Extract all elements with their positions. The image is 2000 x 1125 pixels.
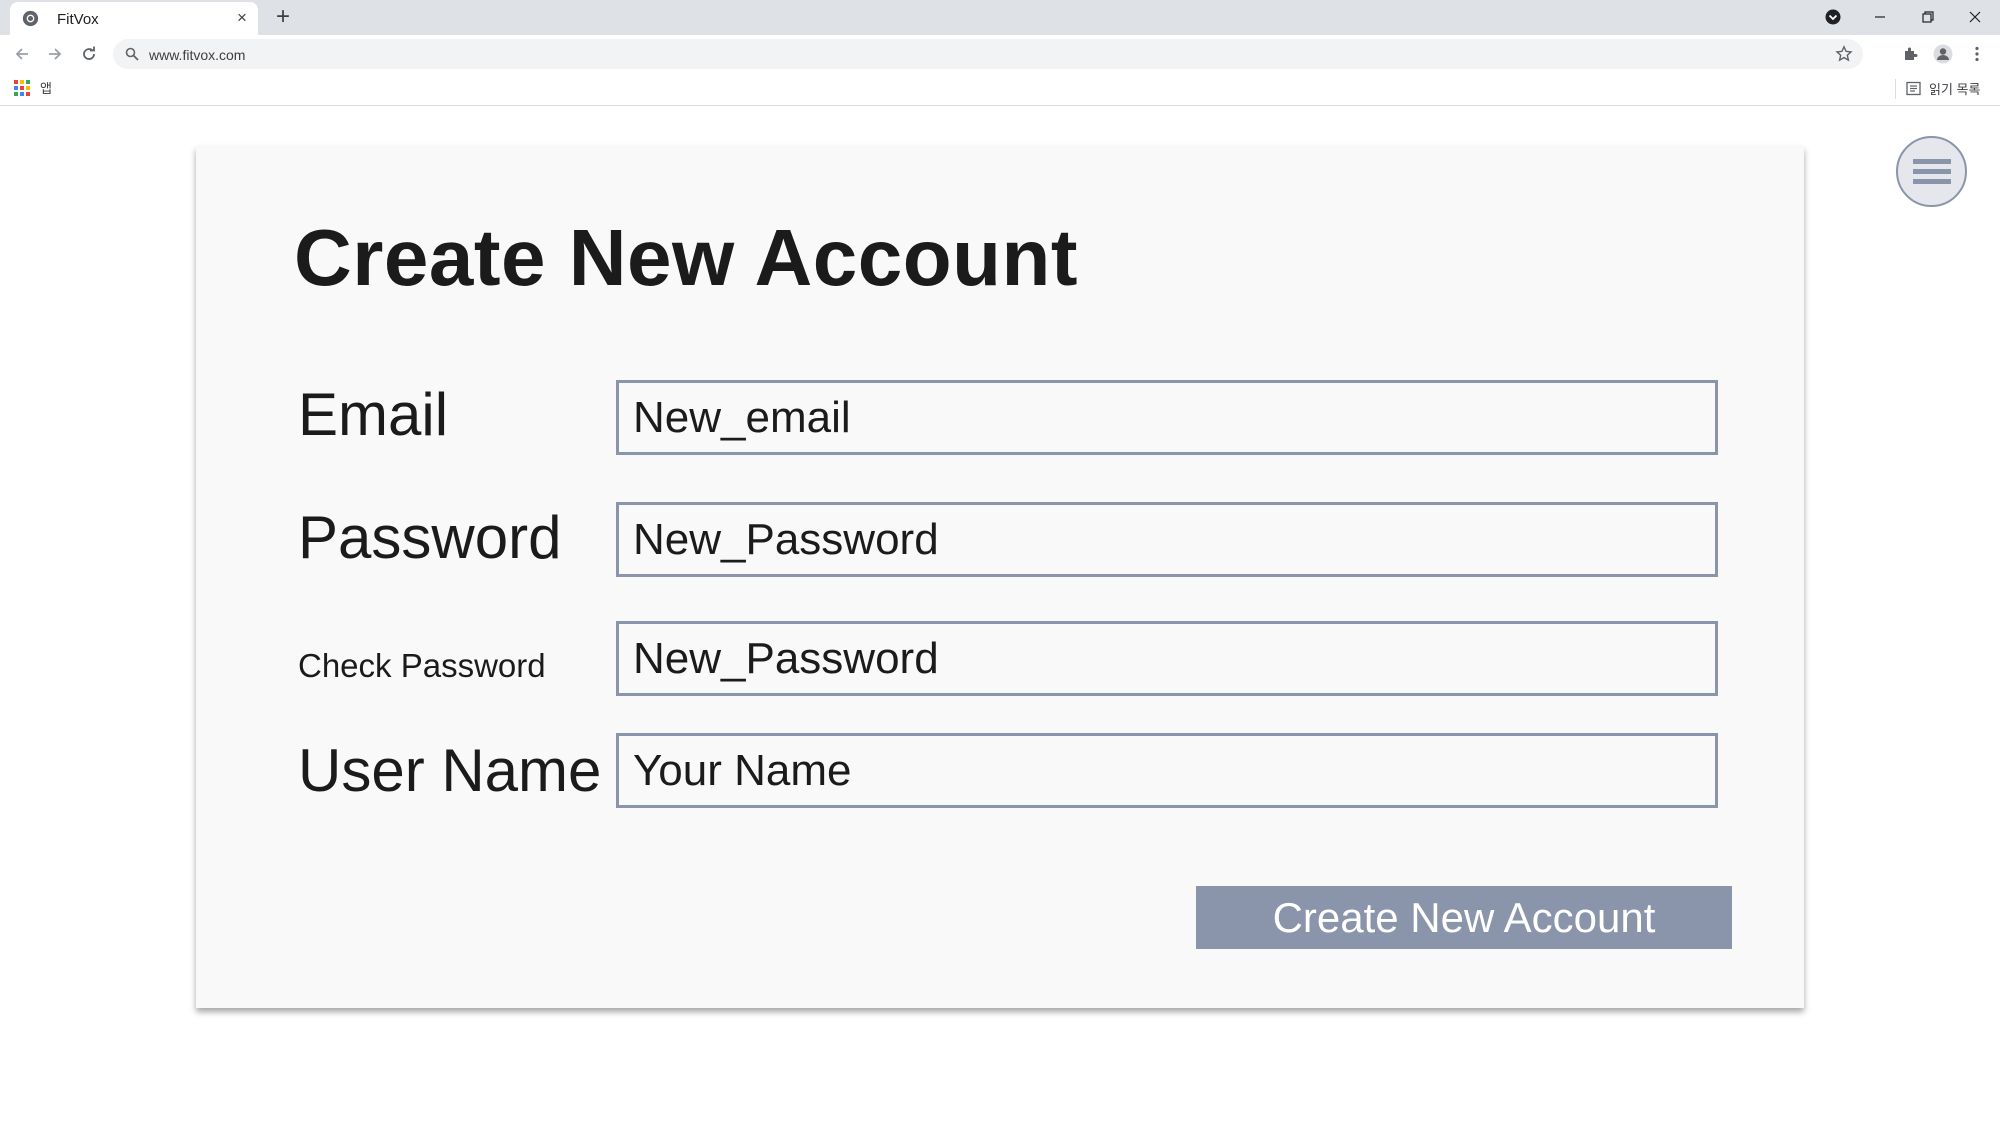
check-password-label: Check Password	[298, 647, 546, 684]
search-icon	[125, 47, 139, 61]
window-close-icon[interactable]	[1960, 3, 1990, 31]
user-name-label: User Name	[298, 737, 602, 804]
password-field[interactable]	[616, 502, 1718, 577]
kebab-menu-icon[interactable]	[1966, 43, 1988, 65]
chrome-icon	[22, 10, 39, 27]
forward-icon[interactable]	[44, 43, 66, 65]
tab-title: FitVox	[57, 11, 99, 28]
create-account-button[interactable]: Create New Account	[1196, 886, 1732, 949]
apps-grid-icon[interactable]	[14, 80, 30, 96]
back-icon[interactable]	[11, 43, 33, 65]
extensions-icon[interactable]	[1899, 43, 1921, 65]
email-field[interactable]	[616, 380, 1718, 455]
check-password-field[interactable]	[616, 621, 1718, 696]
reading-list-label[interactable]: 읽기 목록	[1929, 79, 1980, 98]
star-icon[interactable]	[1835, 45, 1853, 63]
minimize-icon[interactable]	[1865, 3, 1895, 31]
page-title: Create New Account	[294, 213, 1078, 302]
bookmark-apps-label[interactable]: 앱	[40, 78, 52, 97]
plus-icon[interactable]: +	[270, 4, 296, 30]
profile-download-icon[interactable]	[1818, 3, 1848, 31]
address-url: www.fitvox.com	[149, 47, 246, 63]
browser-tab[interactable]: FitVox ×	[10, 2, 258, 35]
profile-icon[interactable]	[1932, 43, 1954, 65]
bookmarks-divider	[1895, 79, 1896, 99]
create-account-card: Create New Account Email Password Check …	[196, 146, 1804, 1008]
tab-strip: FitVox × +	[0, 0, 2000, 35]
browser-toolbar: www.fitvox.com	[0, 35, 2000, 73]
close-icon[interactable]: ×	[232, 8, 252, 28]
reading-list-icon[interactable]	[1906, 81, 1921, 96]
hamburger-menu-icon[interactable]	[1896, 136, 1967, 207]
bookmarks-bar: 앱 읽기 목록	[0, 73, 2000, 106]
reload-icon[interactable]	[78, 43, 100, 65]
user-name-field[interactable]	[616, 733, 1718, 808]
address-bar[interactable]: www.fitvox.com	[113, 39, 1863, 69]
email-label: Email	[298, 381, 449, 448]
password-label: Password	[298, 504, 562, 571]
restore-icon[interactable]	[1913, 3, 1943, 31]
